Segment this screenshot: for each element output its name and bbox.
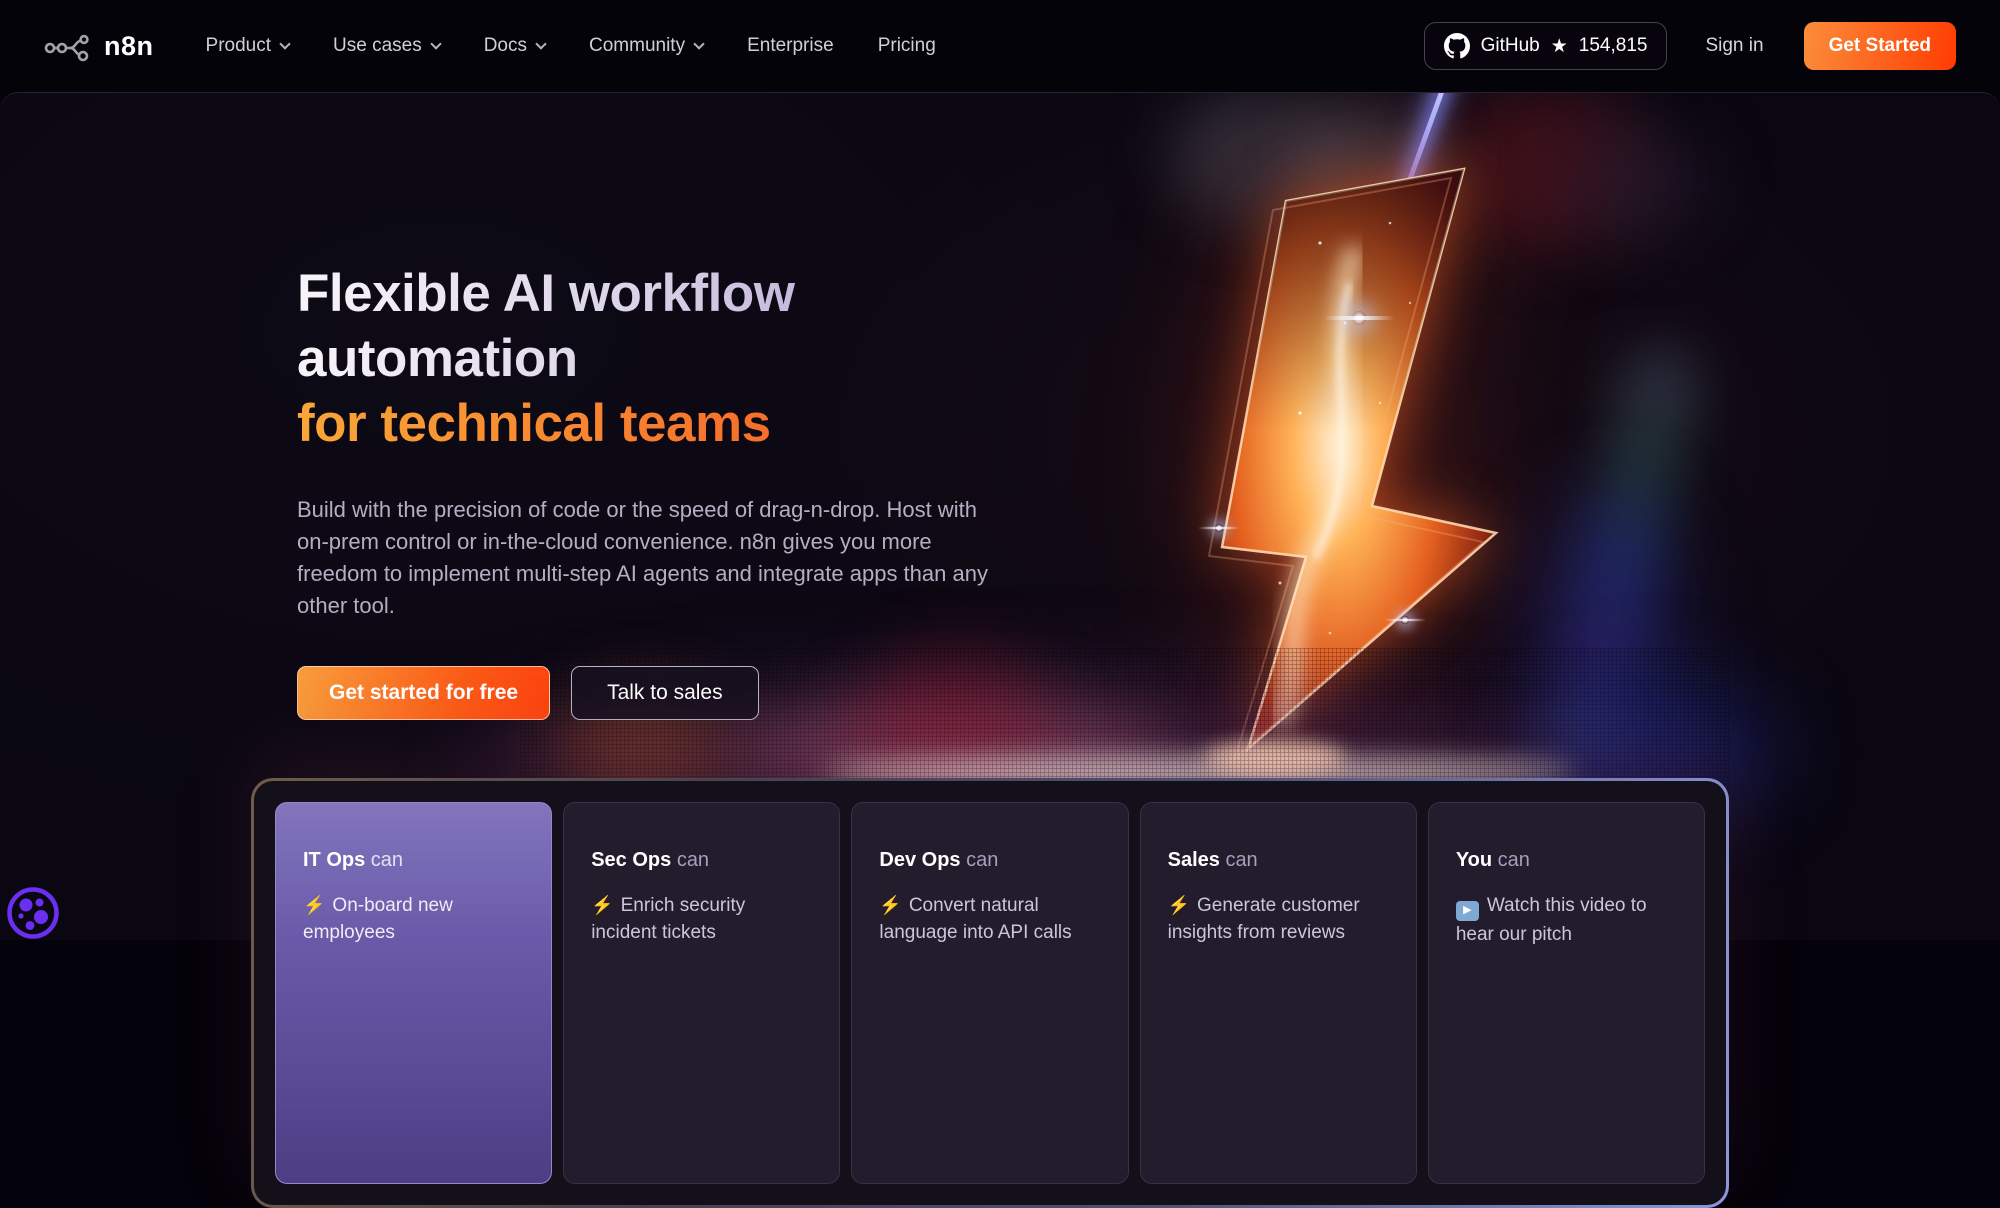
card-suffix: can bbox=[371, 849, 403, 871]
main-nav: Product Use cases Docs Community Enterpr… bbox=[206, 35, 936, 57]
chevron-down-icon bbox=[693, 38, 704, 49]
zap-icon: ⚡ bbox=[591, 895, 613, 915]
persona-card-you[interactable]: You can ▶Watch this video to hear our pi… bbox=[1428, 802, 1705, 1184]
card-text: Generate customer insights from reviews bbox=[1168, 895, 1360, 943]
sign-in-link[interactable]: Sign in bbox=[1705, 35, 1763, 57]
nav-right-group: GitHub ★ 154,815 Sign in Get Started bbox=[1424, 22, 1956, 70]
github-icon bbox=[1444, 33, 1470, 59]
hero-content: Flexible AI workflow automation for tech… bbox=[297, 261, 1037, 720]
github-star-count: 154,815 bbox=[1579, 35, 1648, 57]
card-suffix: can bbox=[1498, 849, 1530, 871]
persona-card-sales[interactable]: Sales can ⚡Generate customer insights fr… bbox=[1140, 802, 1417, 1184]
n8n-logo-icon bbox=[44, 30, 92, 62]
zap-icon: ⚡ bbox=[1168, 895, 1190, 915]
card-audience: Sales bbox=[1168, 849, 1220, 871]
github-label: GitHub bbox=[1481, 35, 1540, 57]
zap-icon: ⚡ bbox=[879, 895, 901, 915]
chevron-down-icon bbox=[430, 38, 441, 49]
card-text: Enrich security incident tickets bbox=[591, 895, 745, 943]
card-text: Convert natural language into API calls bbox=[879, 895, 1071, 943]
hero-description: Build with the precision of code or the … bbox=[297, 494, 997, 622]
page-title: Flexible AI workflow automation for tech… bbox=[297, 261, 1037, 456]
chevron-down-icon bbox=[535, 38, 546, 49]
card-text: Watch this video to hear our pitch bbox=[1456, 895, 1647, 945]
persona-card-it-ops[interactable]: IT Ops can ⚡On-board new employees bbox=[275, 802, 552, 1184]
card-text: On-board new employees bbox=[303, 895, 453, 943]
nav-item-product[interactable]: Product bbox=[206, 35, 289, 57]
play-icon: ▶ bbox=[1456, 901, 1479, 921]
get-started-free-button[interactable]: Get started for free bbox=[297, 666, 550, 720]
sparkle-glint bbox=[1401, 616, 1409, 624]
nav-item-enterprise[interactable]: Enterprise bbox=[747, 35, 834, 57]
cookie-icon bbox=[6, 886, 60, 940]
cookie-consent-widget[interactable] bbox=[6, 886, 60, 945]
sparkle-glint bbox=[1215, 524, 1223, 532]
card-suffix: can bbox=[1225, 849, 1257, 871]
github-stars-button[interactable]: GitHub ★ 154,815 bbox=[1424, 22, 1668, 70]
title-line-2: for technical teams bbox=[297, 391, 1037, 456]
card-audience: Sec Ops bbox=[591, 849, 671, 871]
persona-cards-row: IT Ops can ⚡On-board new employees Sec O… bbox=[254, 781, 1726, 1205]
zap-icon: ⚡ bbox=[303, 895, 325, 915]
talk-to-sales-button[interactable]: Talk to sales bbox=[571, 666, 759, 720]
star-icon: ★ bbox=[1551, 35, 1568, 58]
card-suffix: can bbox=[966, 849, 998, 871]
persona-cards-panel: IT Ops can ⚡On-board new employees Sec O… bbox=[251, 778, 1729, 1208]
dark-smoke bbox=[1560, 123, 1710, 243]
nav-item-pricing[interactable]: Pricing bbox=[878, 35, 936, 57]
top-navbar: n8n Product Use cases Docs Community Ent… bbox=[0, 0, 2000, 92]
sparkle-glint bbox=[1352, 311, 1366, 325]
card-audience: You bbox=[1456, 849, 1492, 871]
nav-item-docs[interactable]: Docs bbox=[484, 35, 545, 57]
persona-card-sec-ops[interactable]: Sec Ops can ⚡Enrich security incident ti… bbox=[563, 802, 840, 1184]
card-audience: IT Ops bbox=[303, 849, 365, 871]
card-suffix: can bbox=[677, 849, 709, 871]
get-started-button[interactable]: Get Started bbox=[1804, 22, 1956, 70]
nav-item-use-cases[interactable]: Use cases bbox=[333, 35, 440, 57]
chevron-down-icon bbox=[279, 38, 290, 49]
nav-item-community[interactable]: Community bbox=[589, 35, 703, 57]
logo-wordmark: n8n bbox=[104, 31, 154, 62]
card-audience: Dev Ops bbox=[879, 849, 960, 871]
hero-cta-group: Get started for free Talk to sales bbox=[297, 666, 1037, 720]
title-line-1: Flexible AI workflow automation bbox=[297, 261, 1037, 391]
persona-card-dev-ops[interactable]: Dev Ops can ⚡Convert natural language in… bbox=[851, 802, 1128, 1184]
n8n-logo[interactable]: n8n bbox=[44, 30, 154, 62]
